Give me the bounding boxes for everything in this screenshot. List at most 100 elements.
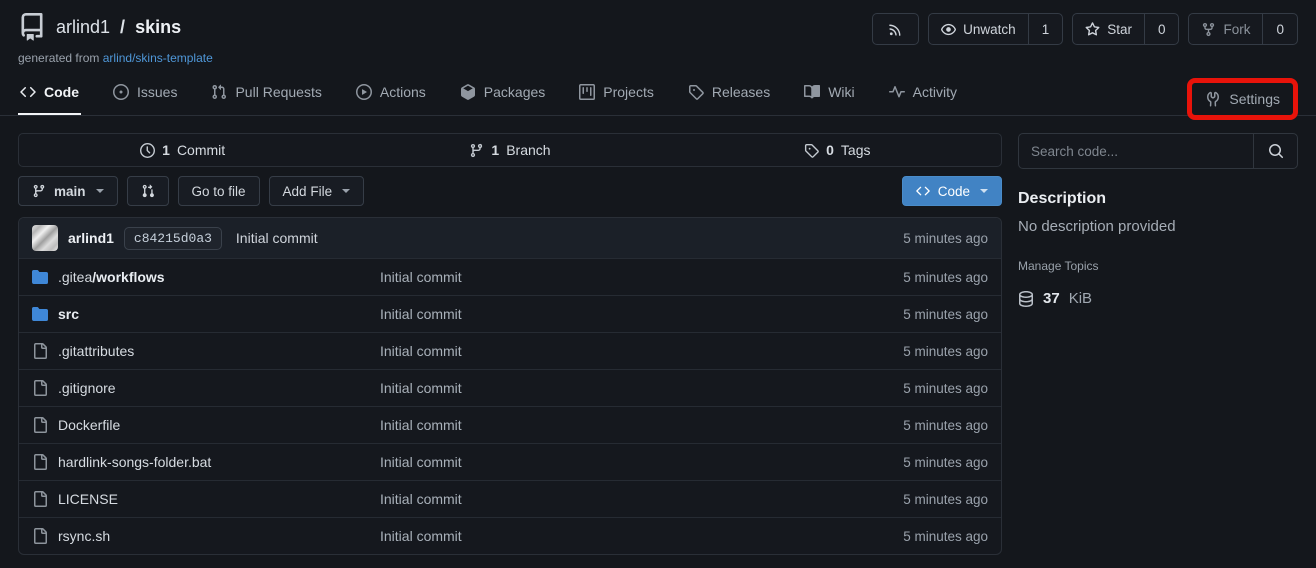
file-link[interactable]: .gitea/workflows (32, 269, 380, 285)
stat-label: Commit (177, 142, 225, 158)
tab-pull-requests[interactable]: Pull Requests (209, 74, 323, 115)
unwatch-label: Unwatch (963, 22, 1016, 37)
tab-code[interactable]: Code (18, 74, 81, 115)
row-time: 5 minutes ago (903, 455, 988, 470)
rss-icon (873, 14, 918, 44)
search-input[interactable] (1019, 134, 1253, 168)
row-time: 5 minutes ago (903, 307, 988, 322)
table-row: LICENSE Initial commit 5 minutes ago (19, 480, 1001, 517)
star-button[interactable]: Star (1073, 14, 1144, 44)
stat-count: 0 (826, 142, 834, 158)
file-link[interactable]: .gitattributes (32, 343, 380, 359)
eye-icon (941, 22, 956, 37)
file-link[interactable]: Dockerfile (32, 417, 380, 433)
star-label: Star (1107, 22, 1132, 37)
tab-label: Wiki (828, 84, 854, 100)
file-link[interactable]: hardlink-songs-folder.bat (32, 454, 380, 470)
row-commit-message[interactable]: Initial commit (380, 528, 903, 544)
code-icon (916, 184, 930, 198)
pull-request-icon (211, 84, 227, 100)
fork-label: Fork (1223, 22, 1250, 37)
tab-label: Releases (712, 84, 770, 100)
file-link[interactable]: rsync.sh (32, 528, 380, 544)
add-file-button[interactable]: Add File (269, 176, 365, 206)
code-button-label: Code (938, 184, 970, 199)
avatar[interactable] (32, 225, 58, 251)
row-commit-message[interactable]: Initial commit (380, 306, 903, 322)
issue-icon (113, 84, 129, 100)
row-time: 5 minutes ago (903, 418, 988, 433)
file-name: .gitattributes (58, 343, 134, 359)
file-icon (32, 417, 48, 433)
settings-icon (1205, 91, 1221, 107)
repo-title: arlind1 / skins (18, 13, 181, 41)
row-time: 5 minutes ago (903, 492, 988, 507)
search-button[interactable] (1253, 134, 1297, 168)
go-to-file-button[interactable]: Go to file (178, 176, 260, 206)
row-commit-message[interactable]: Initial commit (380, 417, 903, 433)
tab-label: Issues (137, 84, 177, 100)
releases-icon (688, 84, 704, 100)
row-time: 5 minutes ago (903, 344, 988, 359)
commit-hash[interactable]: c84215d0a3 (124, 227, 222, 250)
tab-label: Code (44, 84, 79, 100)
tab-label: Projects (603, 84, 654, 100)
activity-icon (889, 84, 905, 100)
chevron-down-icon (342, 189, 350, 193)
manage-topics-link[interactable]: Manage Topics (1018, 259, 1099, 273)
tab-activity[interactable]: Activity (887, 74, 959, 115)
repo-name[interactable]: skins (135, 17, 181, 38)
compare-icon (141, 184, 155, 198)
stat-count: 1 (162, 142, 170, 158)
commit-author[interactable]: arlind1 (68, 230, 114, 246)
fork-button[interactable]: Fork (1189, 14, 1262, 44)
fork-icon (1201, 22, 1216, 37)
tab-actions[interactable]: Actions (354, 74, 428, 115)
rss-button[interactable] (872, 13, 919, 45)
stars-count[interactable]: 0 (1144, 14, 1179, 44)
repo-owner[interactable]: arlind1 (56, 17, 110, 38)
row-commit-message[interactable]: Initial commit (380, 269, 903, 285)
wiki-icon (804, 84, 820, 100)
table-row: .gitea/workflows Initial commit 5 minute… (19, 258, 1001, 295)
projects-icon (579, 84, 595, 100)
row-commit-message[interactable]: Initial commit (380, 380, 903, 396)
tab-packages[interactable]: Packages (458, 74, 547, 115)
file-name-prefix: .gitea (58, 269, 92, 285)
description-text: No description provided (1018, 218, 1298, 235)
fork-button-group: Fork 0 (1188, 13, 1298, 45)
tab-releases[interactable]: Releases (686, 74, 772, 115)
row-commit-message[interactable]: Initial commit (380, 491, 903, 507)
branch-selector[interactable]: main (18, 176, 118, 206)
watchers-count[interactable]: 1 (1028, 14, 1063, 44)
file-icon (32, 380, 48, 396)
tags-stat[interactable]: 0 Tags (674, 134, 1001, 166)
compare-button[interactable] (127, 176, 169, 206)
file-name: rsync.sh (58, 528, 110, 544)
template-link[interactable]: arlind/skins-template (103, 51, 213, 65)
file-name: Dockerfile (58, 417, 120, 433)
repo-sidebar: Description No description provided Mana… (1018, 133, 1298, 555)
forks-count[interactable]: 0 (1262, 14, 1297, 44)
tab-settings[interactable]: Settings (1205, 91, 1280, 107)
code-download-button[interactable]: Code (902, 176, 1002, 206)
file-icon (32, 528, 48, 544)
row-time: 5 minutes ago (903, 381, 988, 396)
tab-projects[interactable]: Projects (577, 74, 656, 115)
row-commit-message[interactable]: Initial commit (380, 454, 903, 470)
commits-stat[interactable]: 1 Commit (19, 134, 346, 166)
tab-label: Packages (484, 84, 545, 100)
tab-wiki[interactable]: Wiki (802, 74, 856, 115)
file-table: arlind1 c84215d0a3 Initial commit 5 minu… (18, 217, 1002, 555)
commit-message[interactable]: Initial commit (236, 230, 318, 246)
file-link[interactable]: src (32, 306, 380, 322)
tab-issues[interactable]: Issues (111, 74, 179, 115)
row-commit-message[interactable]: Initial commit (380, 343, 903, 359)
unwatch-button[interactable]: Unwatch (929, 14, 1028, 44)
star-icon (1085, 22, 1100, 37)
file-link[interactable]: .gitignore (32, 380, 380, 396)
folder-icon (32, 306, 48, 322)
table-row: Dockerfile Initial commit 5 minutes ago (19, 406, 1001, 443)
branches-stat[interactable]: 1 Branch (346, 134, 673, 166)
file-link[interactable]: LICENSE (32, 491, 380, 507)
